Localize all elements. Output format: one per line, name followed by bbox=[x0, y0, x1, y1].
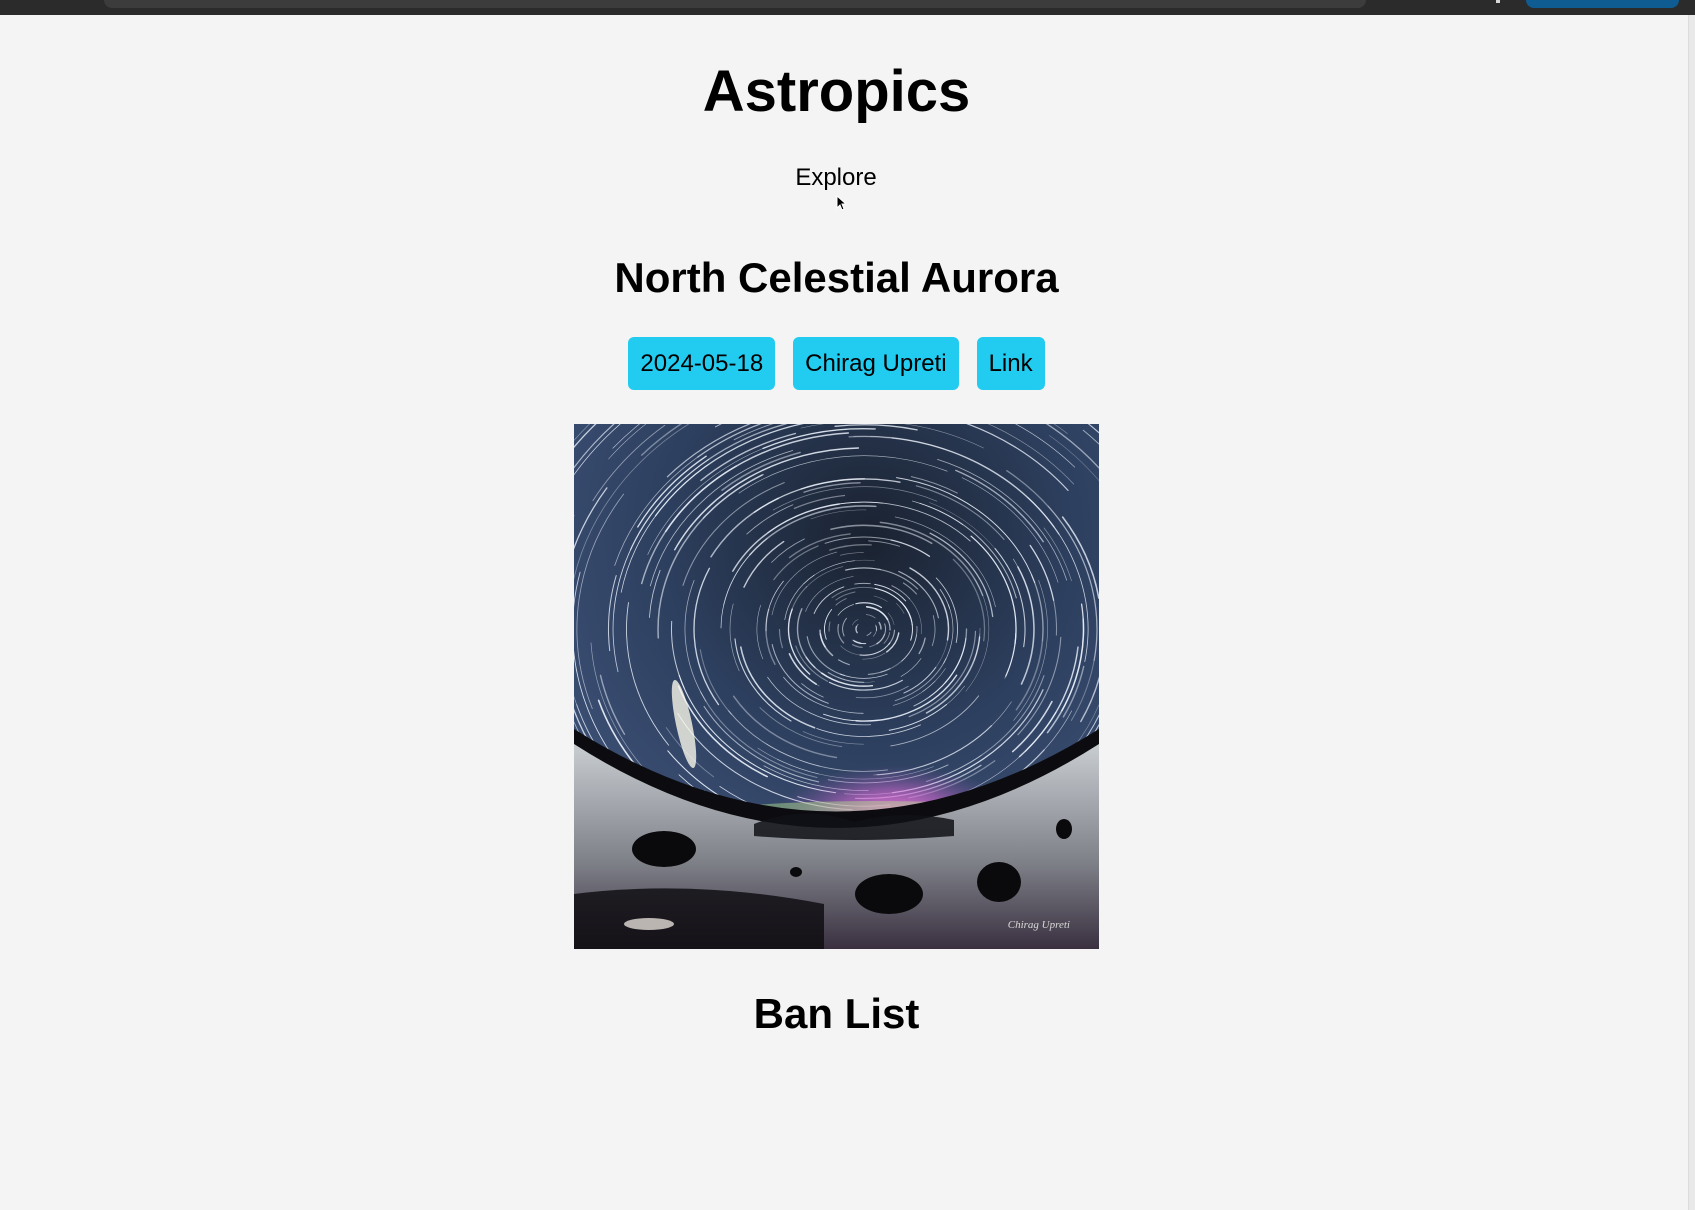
browser-top-bar bbox=[0, 0, 1695, 15]
profile-button[interactable] bbox=[1526, 0, 1679, 8]
astronomy-photo: Chirag Upreti bbox=[574, 424, 1099, 949]
ban-list-title: Ban List bbox=[753, 990, 920, 1037]
link-tag-button[interactable]: Link bbox=[976, 337, 1045, 390]
page-scrollbar[interactable] bbox=[1688, 15, 1695, 1210]
author-tag-button[interactable]: Chirag Upreti bbox=[793, 337, 959, 390]
photo-watermark: Chirag Upreti bbox=[1008, 919, 1070, 931]
extension-icon[interactable] bbox=[1496, 0, 1500, 3]
app-title: Astropics bbox=[702, 59, 971, 124]
star-trail-image: Chirag Upreti bbox=[574, 424, 1099, 949]
explore-button[interactable]: Explore bbox=[786, 163, 886, 193]
page-content: Astropics Explore North Celestial Aurora… bbox=[0, 15, 1688, 1210]
attribute-tags: 2024-05-18 Chirag Upreti Link bbox=[0, 337, 1673, 390]
address-bar[interactable] bbox=[104, 0, 1366, 8]
picture-title: North Celestial Aurora bbox=[614, 254, 1059, 301]
mouse-pointer-icon bbox=[836, 195, 846, 211]
date-tag-button[interactable]: 2024-05-18 bbox=[628, 337, 776, 390]
